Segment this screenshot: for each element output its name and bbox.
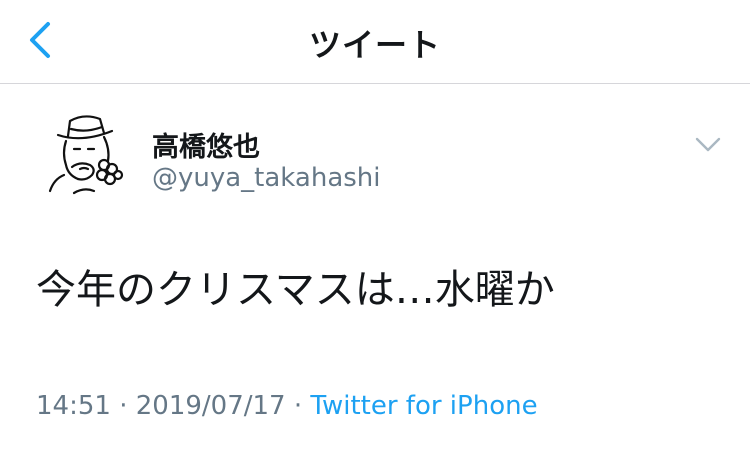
tweet-text: 今年のクリスマスは…水曜か	[36, 267, 555, 313]
tweet-detail-screen: ツイート 高橋悠也 @yuya_takahashi 今年のクリスマスは…水曜か …	[0, 0, 750, 452]
display-name[interactable]: 高橋悠也	[152, 125, 260, 164]
navigation-bar: ツイート	[0, 0, 750, 84]
avatar[interactable]	[44, 109, 134, 199]
user-handle[interactable]: @yuya_takahashi	[152, 163, 381, 193]
tweet-time: 14:51	[36, 391, 111, 421]
source-link[interactable]: Twitter for iPhone	[310, 391, 537, 421]
tweet-metadata: 14:51 · 2019/07/17 · Twitter for iPhone	[36, 391, 538, 421]
meta-separator: ·	[110, 391, 136, 421]
chevron-down-icon	[695, 137, 721, 152]
meta-separator: ·	[285, 391, 311, 421]
tweet-menu-button[interactable]	[690, 127, 726, 163]
tweet-date: 2019/07/17	[135, 391, 286, 421]
avatar-illustration-hat-icon	[48, 115, 124, 195]
page-title: ツイート	[308, 26, 441, 64]
tweet-card: 高橋悠也 @yuya_takahashi 今年のクリスマスは…水曜か 14:51…	[0, 85, 750, 452]
